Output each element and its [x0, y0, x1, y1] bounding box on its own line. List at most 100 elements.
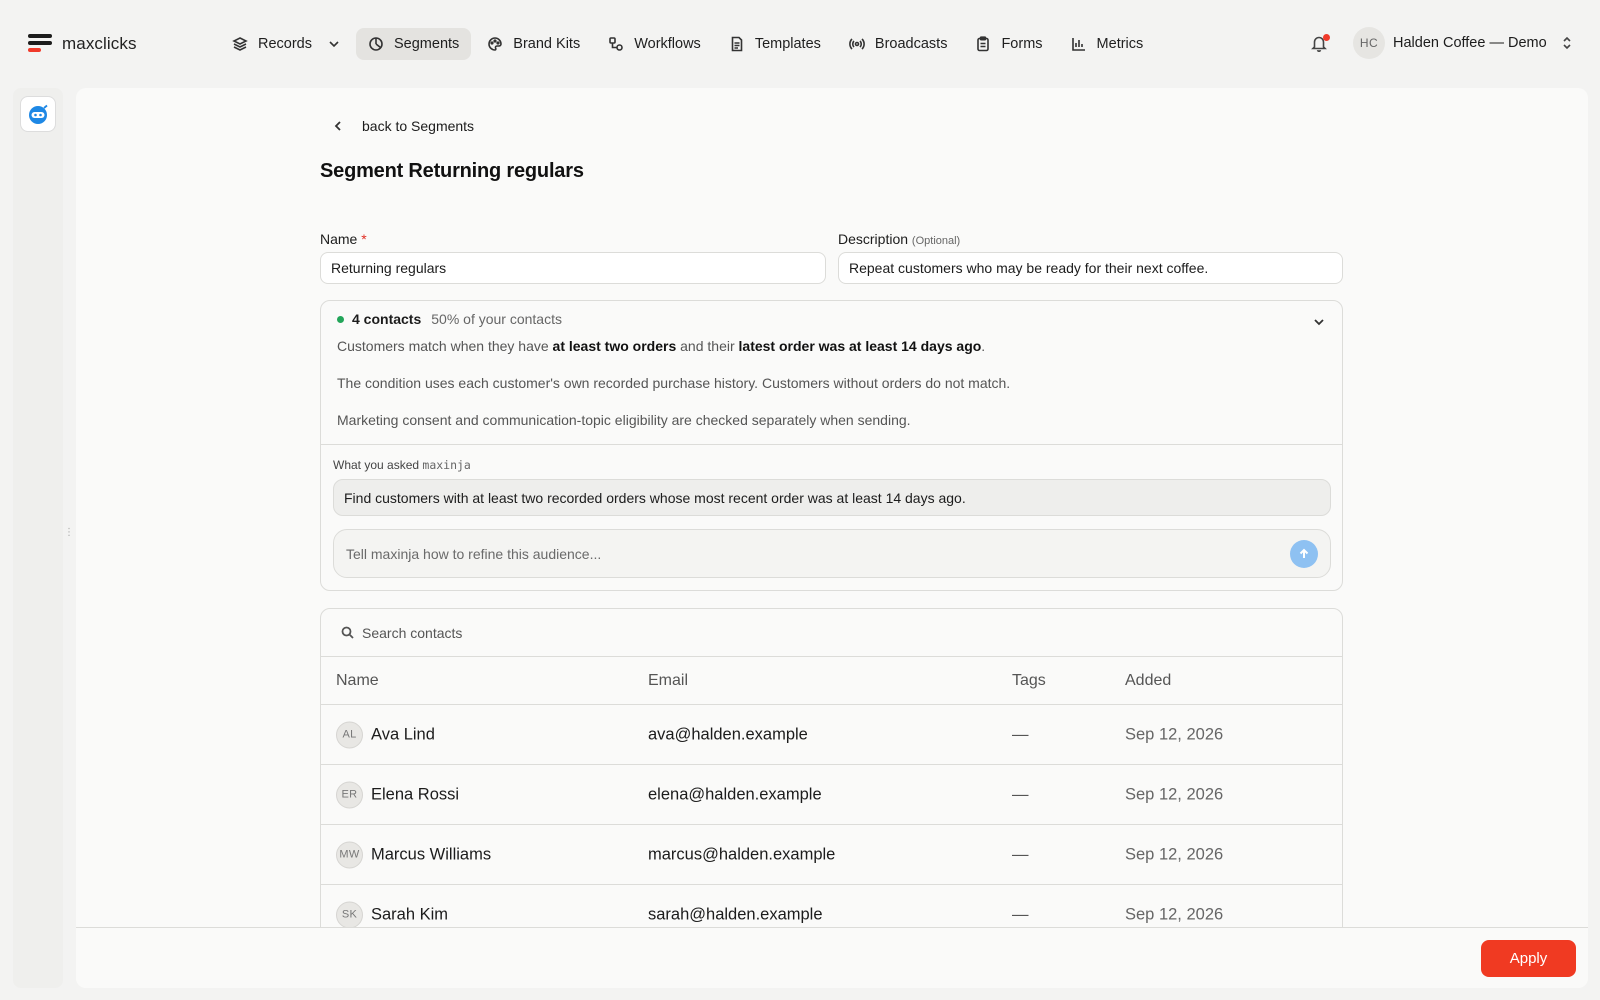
contact-count-row: 4 contacts 50% of your contacts [337, 311, 562, 327]
summary-emphasis: latest order was at least 14 days ago [738, 338, 982, 354]
bar-chart-icon [1071, 38, 1085, 51]
logo-mark-icon [28, 34, 52, 54]
contact-percent: 50% of your contacts [431, 311, 562, 327]
nav-records-label: Records [258, 36, 312, 52]
contact-name: Marcus Williams [371, 845, 492, 863]
summary-text: and their [676, 338, 739, 354]
nav-forms[interactable]: Forms [963, 28, 1054, 60]
contact-name-cell: MW Marcus Williams [336, 841, 491, 868]
main-panel: back to Segments Segment Returning regul… [76, 88, 1588, 988]
palette-icon [488, 37, 503, 51]
contact-added: Sep 12, 2026 [1125, 905, 1224, 923]
column-header-email[interactable]: Email [648, 672, 688, 690]
column-header-name[interactable]: Name [336, 672, 379, 690]
summary-note-consent: Marketing consent and communication-topi… [337, 412, 911, 428]
avatar: MW [336, 841, 363, 868]
ask-query: Find customers with at least two recorde… [333, 479, 1331, 516]
table-row[interactable]: AL Ava Lind ava@halden.example — Sep 12, … [321, 705, 1342, 765]
logo[interactable]: maxclicks [28, 34, 137, 54]
contact-added: Sep 12, 2026 [1125, 725, 1224, 743]
robot-icon [29, 104, 48, 124]
top-bar: maxclicks Records Segments Brand Kits Wo… [0, 0, 1600, 88]
account-name: Halden Coffee — Demo [1393, 35, 1547, 51]
name-label-text: Name [320, 231, 358, 247]
contact-tags: — [1012, 725, 1029, 743]
table-row[interactable]: ER Elena Rossi elena@halden.example — Sep… [321, 765, 1342, 825]
nav-metrics[interactable]: Metrics [1059, 28, 1156, 60]
table-row[interactable]: MW Marcus Williams marcus@halden.example … [321, 825, 1342, 885]
nav-segments-label: Segments [394, 36, 460, 52]
summary-text: . [981, 338, 986, 354]
nav-broadcasts-label: Broadcasts [874, 36, 948, 52]
contact-email: elena@halden.example [648, 785, 822, 803]
required-marker: * [361, 231, 367, 247]
arrow-up-icon [1299, 548, 1309, 558]
ask-label-text: What you asked [333, 458, 420, 472]
nav-templates-label: Templates [754, 36, 821, 52]
avatar: ER [336, 781, 363, 808]
contact-tags: — [1012, 905, 1029, 923]
contact-name: Sarah Kim [371, 905, 449, 923]
contact-count: 4 contacts [352, 311, 422, 327]
contact-tags: — [1012, 845, 1029, 863]
nav-workflows-label: Workflows [634, 36, 701, 52]
chevron-left-icon [334, 121, 341, 131]
name-label: Name * [320, 231, 367, 247]
column-header-added[interactable]: Added [1125, 672, 1171, 690]
notification-dot [1323, 34, 1330, 41]
contact-name-cell: AL Ava Lind [336, 721, 435, 748]
contact-email: ava@halden.example [648, 725, 808, 743]
apply-button[interactable]: Apply [1481, 940, 1576, 977]
name-field[interactable]: Returning regulars [320, 252, 826, 284]
account-switcher[interactable]: HC Halden Coffee — Demo [1353, 27, 1573, 59]
contact-name-cell: SK Sarah Kim [336, 901, 448, 928]
nav-workflows[interactable]: Workflows [596, 28, 713, 60]
action-footer: Apply [76, 927, 1588, 988]
send-button[interactable] [1290, 539, 1318, 568]
nav-metrics-label: Metrics [1096, 36, 1144, 52]
status-dot [337, 315, 344, 323]
notifications-button[interactable] [1310, 34, 1330, 54]
back-label: back to Segments [362, 118, 475, 134]
description-label-text: Description [838, 231, 909, 247]
ask-label: What you asked maxinja [333, 458, 471, 472]
refine-box [333, 529, 1331, 578]
collapse-button[interactable] [1312, 315, 1326, 329]
description-field[interactable]: Repeat customers who may be ready for th… [838, 252, 1343, 284]
ask-section: What you asked maxinja Find customers wi… [321, 444, 1342, 590]
document-icon [731, 36, 743, 52]
left-rail [13, 88, 63, 988]
nav-broadcasts[interactable]: Broadcasts [837, 28, 960, 60]
search-icon [341, 626, 354, 639]
nav-segments[interactable]: Segments [356, 28, 472, 60]
summary-text: Customers match when they have [337, 338, 553, 354]
nav-templates[interactable]: Templates [717, 28, 833, 60]
agent-name: maxinja [422, 458, 471, 472]
description-label: Description (Optional) [838, 231, 960, 247]
broadcast-icon [849, 38, 865, 50]
table-header: Name Email Tags Added [321, 657, 1342, 705]
layers-icon [232, 37, 248, 51]
avatar: HC [1353, 27, 1385, 59]
refine-input[interactable] [346, 545, 1290, 562]
pie-icon [369, 37, 383, 51]
contact-name: Ava Lind [371, 725, 435, 743]
contact-email: marcus@halden.example [648, 845, 836, 863]
summary-condition: Customers match when they have at least … [337, 338, 985, 354]
nav-forms-label: Forms [1001, 36, 1043, 52]
nav-records[interactable]: Records [220, 28, 352, 60]
contact-tags: — [1012, 785, 1029, 803]
avatar: SK [336, 901, 363, 928]
clipboard-icon [977, 36, 990, 52]
workflow-icon [609, 37, 624, 51]
chevron-down-icon [1314, 319, 1324, 326]
back-link[interactable]: back to Segments [332, 118, 474, 134]
chevron-up-down-icon [1563, 36, 1571, 50]
contacts-search [321, 609, 1342, 657]
search-input[interactable] [362, 624, 1342, 641]
assistant-button[interactable] [20, 96, 56, 132]
column-header-tags[interactable]: Tags [1012, 672, 1046, 690]
summary-emphasis: at least two orders [552, 338, 677, 354]
nav-brand-kits[interactable]: Brand Kits [475, 28, 592, 60]
segment-summary-card: 4 contacts 50% of your contacts Customer… [320, 300, 1343, 591]
